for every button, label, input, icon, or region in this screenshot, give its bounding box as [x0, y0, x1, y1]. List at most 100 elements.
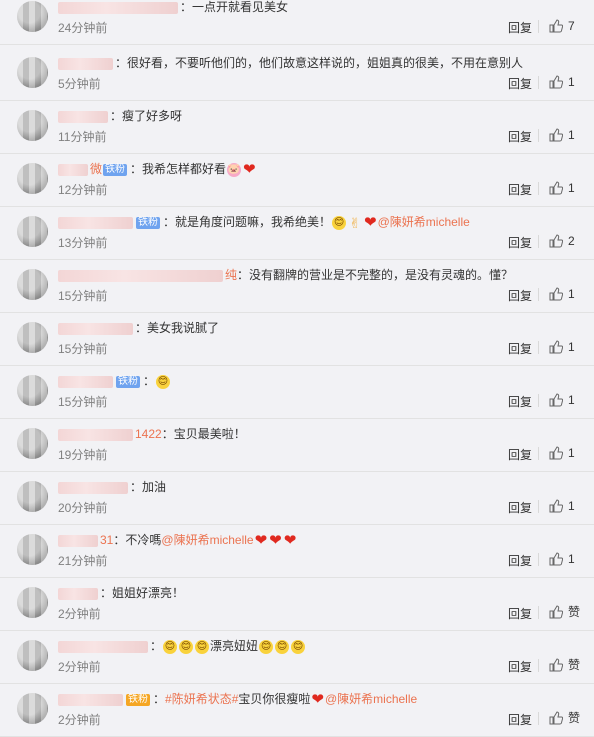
comment-line: 铁粉： 😊: [58, 372, 171, 390]
like-button[interactable]: 1: [549, 392, 575, 408]
reply-button[interactable]: 回复: [508, 711, 532, 728]
fan-badge: 铁粉: [126, 693, 150, 706]
comment-item: 微铁粉 ：我希怎样都好看 🐷 ❤ 12分钟前 回复 1: [0, 154, 594, 207]
username-mosaic: [58, 428, 133, 441]
like-button[interactable]: 1: [549, 180, 575, 196]
topic-link[interactable]: #陈妍希状态#: [165, 692, 238, 706]
username-mosaic: [58, 534, 98, 547]
user-avatar[interactable]: [17, 216, 48, 247]
user-avatar[interactable]: [17, 640, 48, 671]
comment-time: 2分钟前: [58, 660, 101, 674]
action-divider: [538, 606, 539, 619]
thumbs-up-icon: [549, 605, 564, 619]
username-visible-part[interactable]: 纯: [225, 268, 237, 282]
action-divider: [538, 447, 539, 460]
thumbs-up-icon: [549, 711, 564, 725]
username-mosaic: [58, 269, 223, 282]
like-button[interactable]: 赞: [549, 710, 580, 726]
user-avatar[interactable]: [17, 428, 48, 459]
reply-button[interactable]: 回复: [508, 552, 532, 569]
username-mosaic: [58, 57, 113, 70]
thumbs-up-icon: [549, 499, 564, 513]
user-avatar[interactable]: [17, 693, 48, 724]
user-avatar[interactable]: [17, 534, 48, 565]
mention-link[interactable]: @陳妍希michelle: [325, 692, 417, 706]
comment-line: ：很好看，不要听他们的，他们故意这样说的，姐姐真的很美，不用在意别人: [58, 54, 523, 72]
like-button[interactable]: 1: [549, 74, 575, 90]
reply-button[interactable]: 回复: [508, 181, 532, 198]
like-count: 7: [568, 19, 575, 33]
action-divider: [538, 500, 539, 513]
like-button[interactable]: 1: [549, 127, 575, 143]
like-button[interactable]: 1: [549, 339, 575, 355]
comment-item: ：加油 20分钟前 回复 1: [0, 472, 594, 525]
user-avatar[interactable]: [17, 322, 48, 353]
comment-text: 宝贝你很瘦啦: [238, 692, 311, 706]
avatar-blur: [17, 534, 48, 565]
user-avatar[interactable]: [17, 481, 48, 512]
user-avatar[interactable]: [17, 57, 48, 88]
reply-button[interactable]: 回复: [508, 393, 532, 410]
username-visible-part[interactable]: 微: [90, 162, 102, 176]
user-avatar[interactable]: [17, 587, 48, 618]
reply-button[interactable]: 回复: [508, 19, 532, 36]
like-button[interactable]: 2: [549, 233, 575, 249]
like-button[interactable]: 1: [549, 551, 575, 567]
reply-button[interactable]: 回复: [508, 446, 532, 463]
mention-link[interactable]: @陳妍希michelle: [161, 533, 253, 547]
like-button[interactable]: 7: [549, 18, 575, 34]
comment-item: 铁粉： 😊 15分钟前 回复 1: [0, 366, 594, 419]
action-divider: [538, 712, 539, 725]
comment-colon: ：: [180, 0, 193, 14]
comment-list: ：一点开就看见美女 24分钟前 回复 7 ：很好看，不要听他们的，他们故意这样说的，姐姐…: [0, 0, 594, 737]
user-avatar[interactable]: [17, 110, 48, 141]
reply-button[interactable]: 回复: [508, 75, 532, 92]
like-button[interactable]: 1: [549, 498, 575, 514]
user-avatar[interactable]: [17, 375, 48, 406]
reply-button[interactable]: 回复: [508, 234, 532, 251]
user-avatar[interactable]: [17, 1, 48, 32]
comment-text: 瘦了好多呀: [122, 109, 183, 123]
reply-button[interactable]: 回复: [508, 605, 532, 622]
reply-button[interactable]: 回复: [508, 499, 532, 516]
face-emoji-icon: 😊: [156, 374, 171, 389]
like-count: 1: [568, 287, 575, 301]
comment-text: 美女我说腻了: [147, 321, 220, 335]
action-divider: [538, 659, 539, 672]
user-avatar[interactable]: [17, 269, 48, 300]
like-button[interactable]: 赞: [549, 657, 580, 673]
username-mosaic: [58, 481, 128, 494]
comment-text: 一点开就看见美女: [192, 0, 289, 14]
reply-button[interactable]: 回复: [508, 128, 532, 145]
heart-emoji-icon: ❤: [364, 213, 377, 231]
username-visible-part[interactable]: 1422: [135, 427, 162, 441]
username-mosaic: [58, 110, 108, 123]
comment-time: 11分钟前: [58, 130, 107, 144]
username-mosaic: [58, 587, 98, 600]
like-count: 赞: [568, 658, 581, 672]
avatar-blur: [17, 587, 48, 618]
comment-line: 31：不冷嗎@陳妍希michelle❤ ❤ ❤: [58, 531, 297, 549]
comment-text: 就是角度问题嘛，我希绝美！: [175, 215, 332, 229]
like-button[interactable]: 赞: [549, 604, 580, 620]
like-button[interactable]: 1: [549, 286, 575, 302]
avatar-blur: [17, 693, 48, 724]
comment-time: 19分钟前: [58, 448, 108, 462]
comment-text: 加油: [142, 480, 167, 494]
mention-link[interactable]: @陳妍希michelle: [378, 215, 470, 229]
user-avatar[interactable]: [17, 163, 48, 194]
username-visible-part[interactable]: 31: [100, 533, 113, 547]
avatar-blur: [17, 57, 48, 88]
reply-button[interactable]: 回复: [508, 287, 532, 304]
face-emoji-icon: 😊: [332, 215, 347, 230]
thumbs-up-icon: [549, 552, 564, 566]
comment-colon: ：: [135, 321, 148, 335]
comment-item: ：很好看，不要听他们的，他们故意这样说的，姐姐真的很美，不用在意别人 5分钟前 回复…: [0, 48, 594, 101]
like-button[interactable]: 1: [549, 445, 575, 461]
reply-button[interactable]: 回复: [508, 340, 532, 357]
comment-item: 铁粉 ：就是角度问题嘛，我希绝美！ 😊 ✌ ❤@陳妍希michelle 13分钟前 回复 2: [0, 207, 594, 260]
action-divider: [538, 553, 539, 566]
like-count: 1: [568, 552, 575, 566]
reply-button[interactable]: 回复: [508, 658, 532, 675]
comment-item: 纯：没有翻牌的营业是不完整的，是没有灵魂的。懂？ 15分钟前 回复 1: [0, 260, 594, 313]
